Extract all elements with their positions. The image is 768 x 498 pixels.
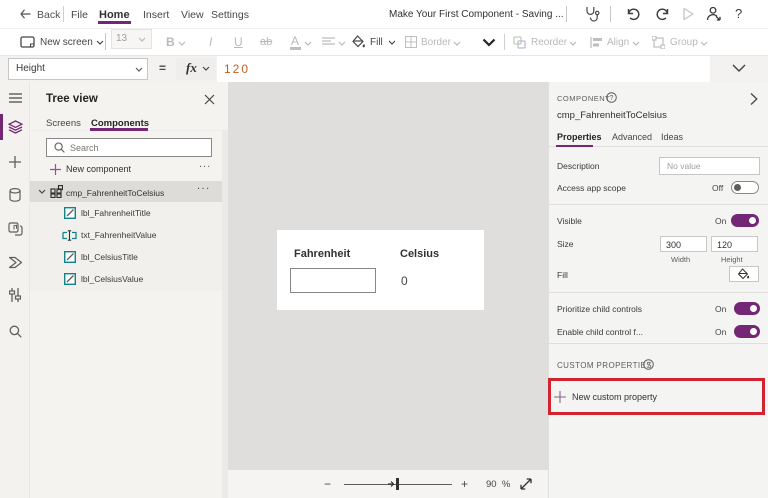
svg-text:?: ? (610, 95, 614, 102)
svg-text:?: ? (647, 362, 651, 369)
